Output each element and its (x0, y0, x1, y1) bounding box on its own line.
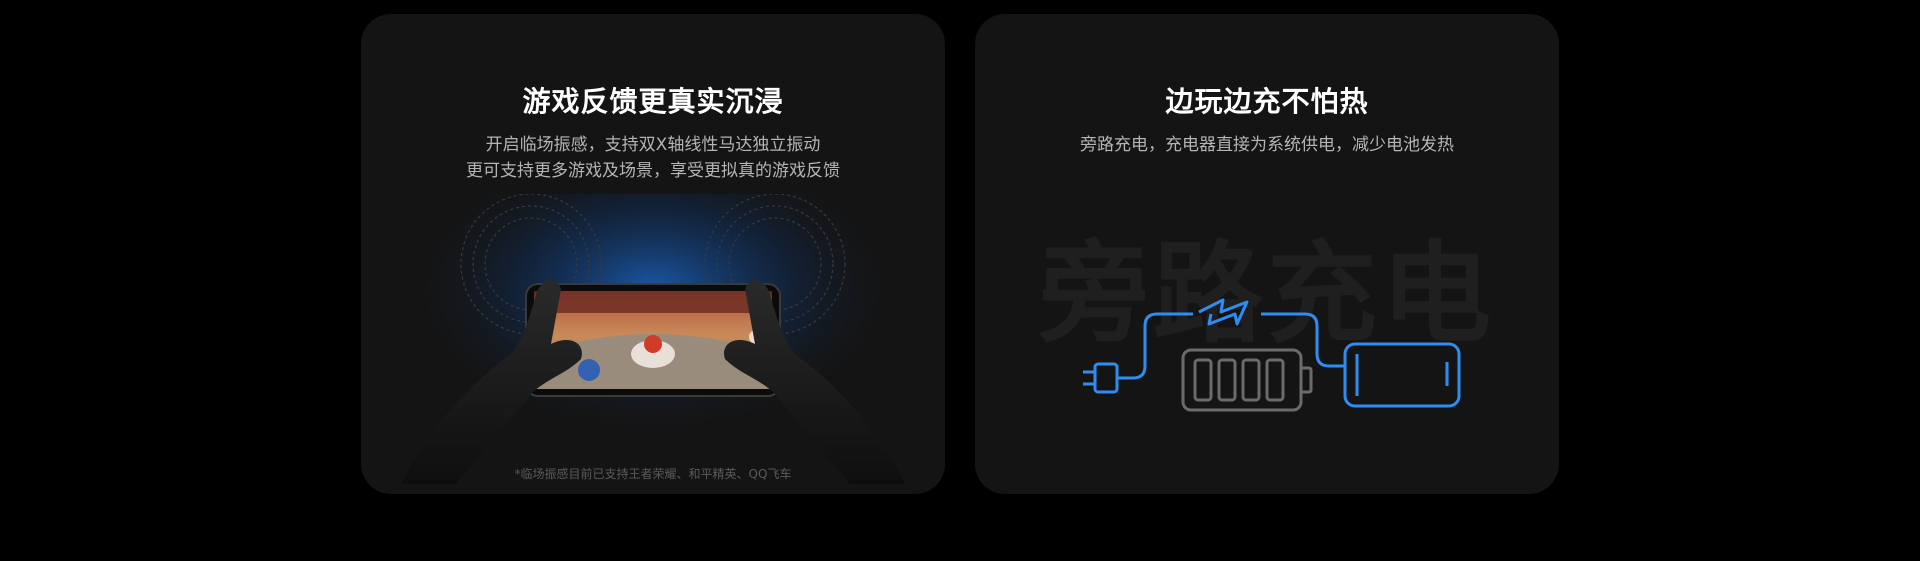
phone-game-icon (525, 283, 781, 397)
haptic-desc-line-1: 开启临场振感，支持双X轴线性马达独立振动 (485, 135, 821, 155)
bypass-charging-illustration (1083, 298, 1461, 412)
lightning-icon (1198, 298, 1249, 326)
bypass-charging-card: 边玩边充不怕热 旁路充电，充电器直接为系统供电，减少电池发热 旁路充电 (975, 14, 1559, 494)
charging-card-description: 旁路充电，充电器直接为系统供电，减少电池发热 (1080, 135, 1454, 155)
gaming-phone-illustration (401, 194, 905, 484)
haptic-card-title: 游戏反馈更真实沉浸 (522, 85, 784, 118)
page: 游戏反馈更真实沉浸 开启临场振感，支持双X轴线性马达独立振动 更可支持更多游戏及… (0, 0, 1920, 561)
haptic-feature-card: 游戏反馈更真实沉浸 开启临场振感，支持双X轴线性马达独立振动 更可支持更多游戏及… (361, 14, 945, 494)
haptic-footnote: *临场振感目前已支持王者荣耀、和平精英、QQ飞车 (514, 467, 792, 481)
haptic-card-description: 开启临场振感，支持双X轴线性马达独立振动 更可支持更多游戏及场景，享受更拟真的游… (361, 132, 945, 184)
phone-outline-icon (1343, 342, 1461, 408)
charging-card-title: 边玩边充不怕热 (1165, 85, 1369, 118)
battery-icon (1181, 348, 1313, 412)
plug-icon (1083, 362, 1119, 394)
haptic-desc-line-2: 更可支持更多游戏及场景，享受更拟真的游戏反馈 (466, 161, 840, 181)
